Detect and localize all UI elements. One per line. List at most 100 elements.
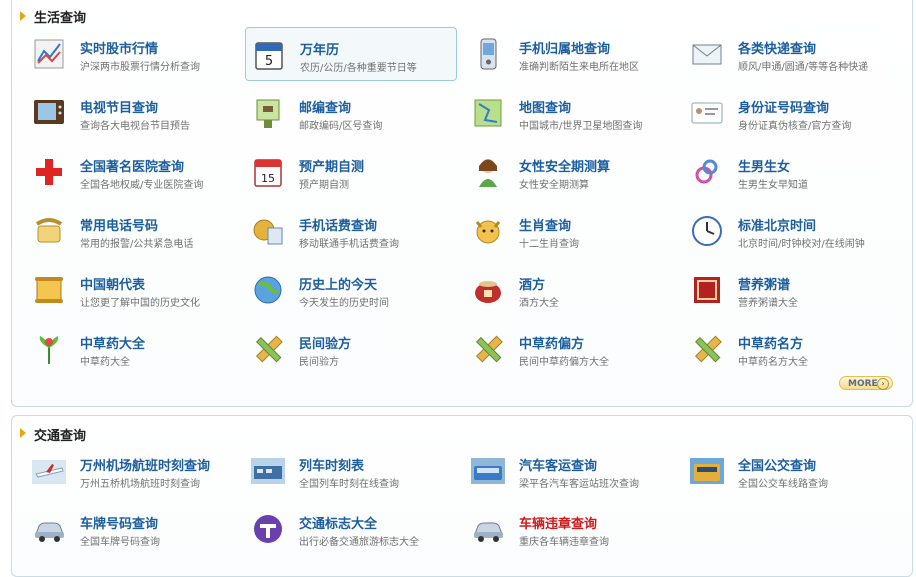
woman-icon	[471, 155, 505, 189]
wine-jar-icon	[471, 273, 505, 307]
life-item-title[interactable]: 全国著名医院查询	[80, 156, 184, 175]
traffic-item-desc: 万州五桥机场航班时刻查询	[80, 479, 200, 490]
life-item[interactable]: 中国朝代表 让您更了解中国的历史文化	[26, 263, 238, 317]
traffic-item[interactable]: 全国公交查询 全国公交车线路查询	[684, 444, 896, 498]
life-item[interactable]: 电视节目查询查询各大电视台节目预告	[26, 86, 238, 140]
life-item-title[interactable]: 电视节目查询	[80, 97, 158, 116]
life-item[interactable]: 生肖查询 十二生肖查询	[465, 204, 677, 258]
herb-plant-icon	[32, 332, 66, 366]
traffic-item[interactable]: 车牌号码查询 全国车牌号码查询	[26, 502, 238, 556]
life-item-desc: 今天发生的历史时间	[299, 298, 389, 309]
section-arrow-icon	[20, 428, 26, 438]
traffic-query-panel: 交通查询 万州机场航班时刻查询 万州五桥机场航班时刻查询 列车时刻表 全国列车时刻在线…	[11, 415, 913, 577]
life-item-title[interactable]: 实时股市行情	[80, 38, 158, 57]
life-item[interactable]: 5 万年历农历/公历/各种重要节日等	[245, 27, 457, 81]
traffic-item-title[interactable]: 汽车客运查询	[519, 455, 597, 474]
traffic-item-title[interactable]: 交通标志大全	[299, 513, 377, 532]
life-item[interactable]: 营养粥谱 营养粥谱大全	[684, 263, 896, 317]
life-item-desc: 民间中草药偏方大全	[519, 357, 609, 368]
calendar-icon: 5	[252, 38, 286, 72]
map-icon	[471, 96, 505, 130]
traffic-item-title[interactable]: 万州机场航班时刻查询	[80, 455, 210, 474]
traffic-item-title[interactable]: 全国公交查询	[738, 455, 816, 474]
traffic-item[interactable]: 万州机场航班时刻查询万州五桥机场航班时刻查询	[26, 444, 238, 498]
life-item-title[interactable]: 历史上的今天	[299, 274, 377, 293]
life-item[interactable]: 女性安全期测算 女性安全期测算	[465, 145, 677, 199]
life-item[interactable]: 生男生女生男生女早知道	[684, 145, 896, 199]
life-item-title[interactable]: 中草药偏方	[519, 333, 584, 352]
traffic-item-title[interactable]: 列车时刻表	[299, 455, 364, 474]
tv-icon	[32, 96, 66, 130]
life-item[interactable]: 15 预产期自测 预产期自测	[245, 145, 457, 199]
life-item[interactable]: 历史上的今天今天发生的历史时间	[245, 263, 457, 317]
life-item-desc: 沪深两市股票行情分析查询	[80, 62, 200, 73]
life-item[interactable]: 民间验方 民间验方	[245, 322, 457, 376]
life-item-desc: 移动联通手机话费查询	[299, 239, 399, 250]
life-item-title[interactable]: 预产期自测	[299, 156, 364, 175]
life-item-desc: 查询各大电视台节目预告	[80, 121, 190, 132]
life-item-title[interactable]: 营养粥谱	[738, 274, 790, 293]
traffic-item-title[interactable]: 车辆违章查询	[519, 513, 597, 532]
life-item-desc: 民间验方	[299, 357, 339, 368]
traffic-item[interactable]: 汽车客运查询梁平各汽车客运站班次查询	[465, 444, 677, 498]
life-item[interactable]: 手机归属地查询准确判断陌生来电所在地区	[465, 27, 677, 81]
more-label: MORE	[848, 379, 878, 389]
globe-icon	[251, 273, 285, 307]
life-item-title[interactable]: 酒方	[519, 274, 545, 293]
traffic-sign-icon	[251, 512, 285, 546]
life-item-desc: 女性安全期测算	[519, 180, 589, 191]
life-item-title[interactable]: 中国朝代表	[80, 274, 145, 293]
life-item-title[interactable]: 手机话费查询	[299, 215, 377, 234]
life-item[interactable]: 中草药偏方民间中草药偏方大全	[465, 322, 677, 376]
coach-bus-icon	[471, 454, 505, 488]
life-item-desc: 顺风/申通/圆通/等等各种快递	[738, 62, 869, 73]
traffic-item-desc: 出行必备交通旅游标志大全	[299, 537, 419, 548]
traffic-item[interactable]: 列车时刻表 全国列车时刻在线查询	[245, 444, 457, 498]
traffic-item[interactable]: 交通标志大全出行必备交通旅游标志大全	[245, 502, 457, 556]
life-item-desc: 中草药名方大全	[738, 357, 808, 368]
life-item[interactable]: 全国著名医院查询 全国各地权威/专业医院查询	[26, 145, 238, 199]
life-item-title[interactable]: 各类快递查询	[738, 38, 816, 57]
life-item-title[interactable]: 地图查询	[519, 97, 571, 116]
life-item-title[interactable]: 中草药名方	[738, 333, 803, 352]
life-item-title[interactable]: 生肖查询	[519, 215, 571, 234]
life-item[interactable]: 酒方 酒方大全	[465, 263, 677, 317]
clock-icon	[690, 214, 724, 248]
life-item-title[interactable]: 标准北京时间	[738, 215, 816, 234]
life-item[interactable]: 实时股市行情沪深两市股票行情分析查询	[26, 27, 238, 81]
life-item[interactable]: 地图查询 中国城市/世界卫星地图查询	[465, 86, 677, 140]
life-item[interactable]: 常用电话号码 常用的报警/公共紧急电话	[26, 204, 238, 258]
life-item-desc: 农历/公历/各种重要节日等	[300, 63, 417, 74]
mobile-phone-icon	[471, 37, 505, 71]
life-item-title[interactable]: 女性安全期测算	[519, 156, 610, 175]
life-item[interactable]: 手机话费查询移动联通手机话费查询	[245, 204, 457, 258]
traffic-item[interactable]: 车辆违章查询 重庆各车辆违章查询	[465, 502, 677, 556]
life-item[interactable]: 邮编查询 邮政编码/区号查询	[245, 86, 457, 140]
telephone-icon	[32, 214, 66, 248]
life-item-desc: 准确判断陌生来电所在地区	[519, 62, 639, 73]
life-item[interactable]: 身份证号码查询身份证真伪核查/官方查询	[684, 86, 896, 140]
life-item-title[interactable]: 中草药大全	[80, 333, 145, 352]
traffic-item-title[interactable]: 车牌号码查询	[80, 513, 158, 532]
pencil-ruler-icon	[690, 332, 724, 366]
more-button[interactable]: MORE ›	[839, 376, 893, 390]
id-card-icon	[690, 96, 724, 130]
life-item[interactable]: 标准北京时间 北京时间/时钟校对/在线闹钟	[684, 204, 896, 258]
life-item-desc: 生男生女早知道	[738, 180, 808, 191]
traffic-section-title: 交通查询	[34, 429, 87, 444]
life-item-title[interactable]: 邮编查询	[299, 97, 351, 116]
date-calendar-icon: 15	[251, 155, 285, 189]
traffic-item-desc: 梁平各汽车客运站班次查询	[519, 479, 639, 490]
life-item-title[interactable]: 常用电话号码	[80, 215, 158, 234]
life-item[interactable]: 各类快递查询顺风/申通/圆通/等等各种快递	[684, 27, 896, 81]
life-item-title[interactable]: 万年历	[300, 39, 339, 58]
life-item[interactable]: 中草药名方中草药名方大全	[684, 322, 896, 376]
life-item-desc: 中草药大全	[80, 357, 130, 368]
city-bus-icon	[690, 454, 724, 488]
life-item-title[interactable]: 手机归属地查询	[519, 38, 610, 57]
life-item-title[interactable]: 民间验方	[299, 333, 351, 352]
life-item[interactable]: 中草药大全 中草药大全	[26, 322, 238, 376]
life-item-desc: 身份证真伪核查/官方查询	[738, 121, 852, 132]
life-item-title[interactable]: 生男生女	[738, 156, 790, 175]
life-item-title[interactable]: 身份证号码查询	[738, 97, 829, 116]
